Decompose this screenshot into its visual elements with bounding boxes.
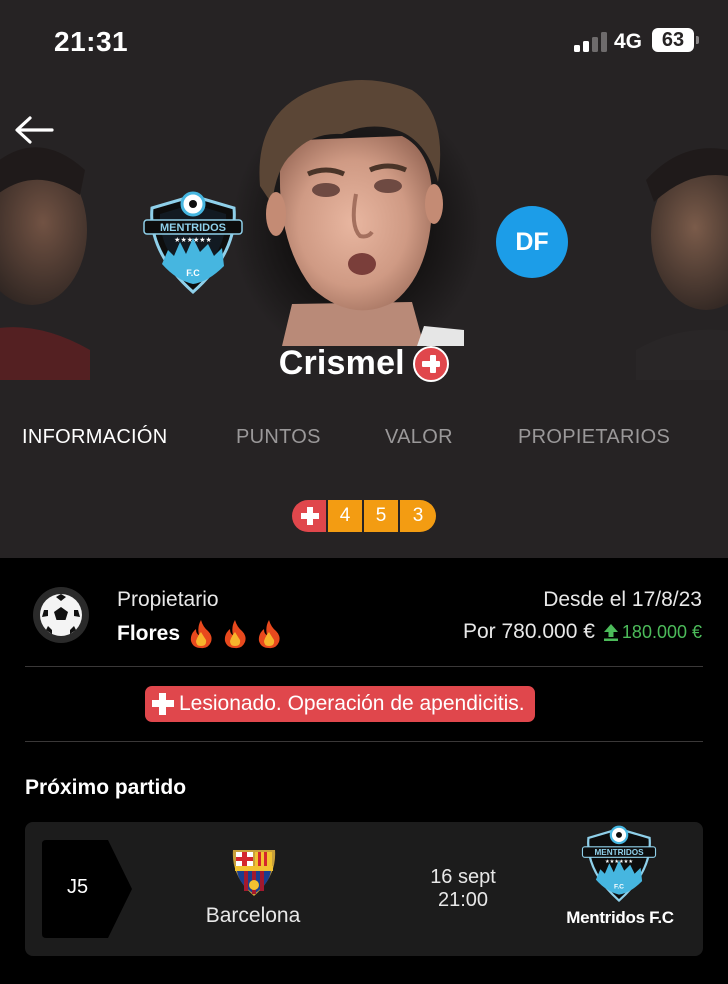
- svg-text:F.C: F.C: [186, 268, 200, 278]
- team-shield-logo[interactable]: MENTRIDOS ★★★★★★ F.C: [138, 190, 248, 296]
- match-datetime: 16 sept 21:00: [403, 866, 523, 912]
- injury-status-icon: [413, 345, 450, 382]
- tab-propietarios[interactable]: PROPIETARIOS: [518, 426, 670, 449]
- soccer-ball-icon: [33, 587, 89, 643]
- position-badge: DF: [496, 206, 568, 278]
- divider: [25, 666, 703, 667]
- status-bar: 21:31 4G 63: [0, 0, 728, 80]
- injury-banner: Lesionado. Operación de apendicitis.: [145, 686, 535, 722]
- match-time: 21:00: [437, 889, 489, 911]
- battery-tip: [696, 36, 699, 44]
- svg-text:MENTRIDOS: MENTRIDOS: [160, 222, 226, 234]
- owned-since: Desde el 17/8/23: [543, 588, 702, 611]
- tab-informacion[interactable]: INFORMACIÓN: [22, 426, 168, 449]
- status-time: 21:31: [54, 26, 129, 57]
- owner-name[interactable]: Flores: [117, 622, 180, 646]
- home-team-name: Barcelona: [205, 904, 301, 927]
- form-score: 5: [364, 500, 398, 532]
- svg-text:★★★★★★: ★★★★★★: [174, 236, 212, 244]
- tab-valor[interactable]: VALOR: [385, 426, 453, 449]
- match-date: 16 sept: [430, 866, 496, 888]
- form-injury-icon: [292, 500, 326, 532]
- player-header: 21:31 4G 63 MENTRIDOS ★★★★★★ F.C DF Cris…: [0, 0, 728, 558]
- mentridos-crest-icon: MENTRIDOS ★★★★★★ F.C: [581, 825, 657, 903]
- tab-puntos[interactable]: PUNTOS: [236, 426, 321, 449]
- arrow-up-icon: [603, 624, 618, 641]
- player-photo: [259, 80, 464, 346]
- form-score: 3: [400, 500, 436, 532]
- fire-icon: [258, 620, 280, 649]
- away-team-name: Mentridos F.C: [566, 908, 674, 927]
- purchase-price: Por 780.000 €: [462, 620, 595, 643]
- player-name-row: Crismel: [0, 344, 728, 383]
- medical-cross-icon: [151, 692, 175, 716]
- next-match-title: Próximo partido: [25, 776, 187, 799]
- signal-icon: [574, 32, 608, 52]
- previous-player-photo[interactable]: [0, 110, 90, 380]
- svg-text:★★★★★★: ★★★★★★: [605, 859, 633, 865]
- battery-icon: 63: [652, 28, 694, 52]
- svg-text:MENTRIDOS: MENTRIDOS: [594, 848, 644, 857]
- owner-label: Propietario: [117, 588, 219, 611]
- injury-text: Lesionado. Operación de apendicitis.: [179, 692, 525, 715]
- barcelona-crest-icon: [232, 850, 276, 896]
- divider: [25, 741, 703, 742]
- player-name: Crismel: [278, 344, 405, 382]
- fire-icon: [190, 620, 212, 649]
- tab-bar: INFORMACIÓN PUNTOS VALOR PROPIETARIOS: [0, 420, 728, 456]
- value-gain: 180.000 €: [621, 621, 702, 642]
- recent-form-strip: 4 5 3: [292, 500, 436, 532]
- network-type: 4G: [614, 30, 643, 53]
- next-player-photo[interactable]: [636, 110, 728, 380]
- next-match-card[interactable]: J5 Barcelona 16 sept 21:00 MENTRIDOS ★★★…: [25, 822, 703, 956]
- fire-icon: [224, 620, 246, 649]
- svg-text:F.C: F.C: [614, 884, 624, 891]
- owner-row[interactable]: Flores: [117, 618, 290, 650]
- back-arrow-icon[interactable]: [12, 112, 56, 148]
- purchase-price-row: Por 780.000 € 180.000 €: [463, 620, 702, 644]
- round-label: J5: [67, 876, 89, 898]
- form-score: 4: [328, 500, 362, 532]
